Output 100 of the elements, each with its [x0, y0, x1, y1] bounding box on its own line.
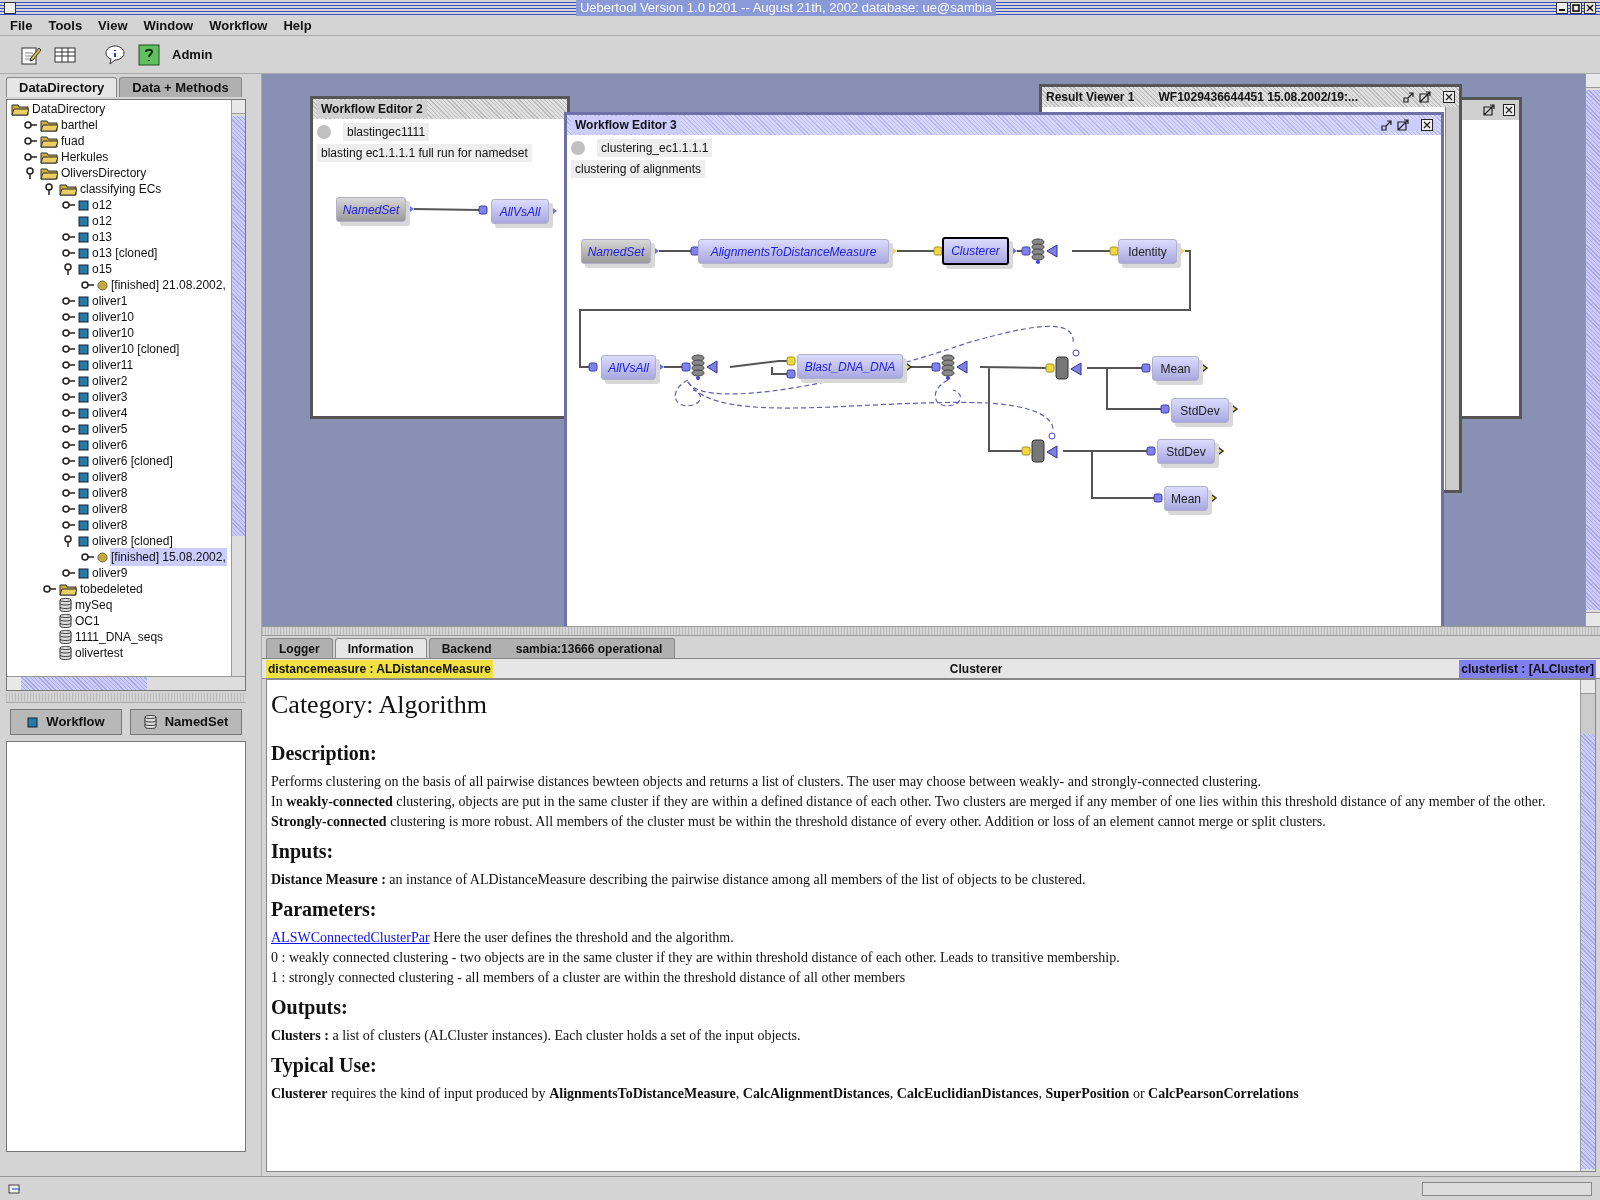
menu-item[interactable]: Window — [143, 15, 194, 36]
tree-item[interactable]: DataDirectory — [31, 100, 107, 118]
collapsed-handle-icon[interactable] — [62, 408, 76, 418]
close-icon[interactable] — [1421, 119, 1433, 131]
vertical-scrollbar[interactable] — [1580, 680, 1595, 1171]
new-item-button[interactable]: NamedSet — [130, 709, 242, 735]
menu-item[interactable]: Workflow — [209, 15, 268, 36]
tree-item[interactable]: oliver8 — [91, 468, 129, 486]
collapsed-handle-icon[interactable] — [62, 232, 76, 242]
parameter-link[interactable]: ALSWConnectedClusterPar — [271, 930, 430, 945]
tab[interactable]: DataDirectory — [6, 77, 118, 97]
maximize-icon[interactable] — [1397, 119, 1409, 131]
tree-item[interactable]: 1111_DNA_seqs — [74, 628, 165, 646]
tab[interactable]: Information — [334, 638, 427, 658]
collapsed-handle-icon[interactable] — [24, 120, 38, 130]
tree-item[interactable]: oliver11 — [91, 356, 135, 374]
maximize-icon[interactable] — [1570, 2, 1582, 14]
tree-item[interactable]: OC1 — [74, 612, 101, 630]
tree-item[interactable]: barthel — [60, 116, 99, 134]
collapsed-handle-icon[interactable] — [62, 424, 76, 434]
workflow-description: blasting ec1.1.1.1 full run for namedset — [317, 144, 532, 162]
tree-item[interactable]: oliver6 [cloned] — [91, 452, 174, 470]
workflow-icon — [78, 375, 89, 387]
help-icon[interactable] — [138, 43, 160, 66]
tree-item[interactable]: o12 — [91, 196, 114, 214]
tree-item[interactable]: [finished] 21.08.2002, — [110, 276, 227, 294]
tab[interactable]: Logger — [266, 638, 333, 658]
tree-item[interactable]: olivertest — [74, 644, 125, 662]
tree-item[interactable]: oliver10 [cloned] — [91, 340, 181, 358]
tree-item[interactable]: oliver8 — [91, 500, 129, 518]
tree-item[interactable]: oliver10 — [91, 308, 136, 326]
tree-item[interactable]: oliver3 — [91, 388, 129, 406]
maximize-icon[interactable] — [1419, 91, 1431, 103]
tree-item[interactable]: o13 [cloned] — [91, 244, 159, 262]
collapsed-handle-icon[interactable] — [62, 456, 76, 466]
collapsed-handle-icon[interactable] — [62, 296, 76, 306]
tree-item[interactable]: o13 — [91, 228, 114, 246]
info-bubble-icon[interactable] — [104, 43, 126, 66]
tree-item[interactable]: oliver8 — [91, 484, 129, 502]
tree-item[interactable]: oliver10 — [91, 324, 136, 342]
tree-item[interactable]: oliver8 [cloned] — [91, 532, 174, 550]
menu-item[interactable]: File — [10, 15, 33, 36]
collapsed-handle-icon[interactable] — [62, 312, 76, 322]
close-icon[interactable] — [1503, 104, 1515, 116]
tree-item[interactable]: tobedeleted — [79, 580, 144, 598]
tree-item[interactable]: oliver4 — [91, 404, 129, 422]
tree-item[interactable]: oliver6 — [91, 436, 129, 454]
close-icon[interactable] — [1443, 91, 1455, 103]
tree-item[interactable]: oliver9 — [91, 564, 129, 582]
new-item-button[interactable]: Workflow — [10, 709, 122, 735]
tab[interactable]: Data + Methods — [119, 77, 242, 97]
collapsed-handle-icon[interactable] — [81, 552, 95, 562]
iconify-icon[interactable] — [1381, 119, 1393, 131]
collapsed-handle-icon[interactable] — [62, 472, 76, 482]
collapsed-handle-icon[interactable] — [62, 520, 76, 530]
tree-item[interactable]: oliver5 — [91, 420, 129, 438]
maximize-icon[interactable] — [1483, 104, 1495, 116]
tree-item[interactable]: o12 — [91, 212, 114, 230]
horizontal-scrollbar[interactable] — [7, 676, 245, 690]
table-icon[interactable] — [54, 44, 76, 65]
tree-item[interactable]: oliver8 — [91, 516, 129, 534]
collapsed-handle-icon[interactable] — [62, 344, 76, 354]
collapsed-handle-icon[interactable] — [62, 392, 76, 402]
tree-item[interactable]: o15 — [91, 260, 114, 278]
tree-item[interactable]: classifying ECs — [79, 180, 163, 198]
vertical-scrollbar[interactable] — [1445, 107, 1459, 490]
tree-item[interactable]: mySeq — [74, 596, 114, 614]
collapsed-handle-icon[interactable] — [24, 136, 38, 146]
collapsed-handle-icon[interactable] — [81, 280, 95, 290]
collapsed-handle-icon[interactable] — [62, 504, 76, 514]
collapsed-handle-icon[interactable] — [62, 328, 76, 338]
close-icon[interactable] — [1584, 2, 1596, 14]
iconify-icon[interactable] — [1403, 91, 1415, 103]
tree-item[interactable]: OliversDirectory — [60, 164, 148, 182]
paragraph: 0 : weakly connected clustering - two objects are in the same cluster if they are within threshold distance of each other. Leads to transitive membership. — [271, 949, 1120, 967]
collapsed-handle-icon[interactable] — [62, 360, 76, 370]
collapsed-handle-icon[interactable] — [24, 152, 38, 162]
tree-item[interactable]: oliver1 — [91, 292, 129, 310]
workflow-icon — [78, 199, 89, 211]
collapsed-handle-icon[interactable] — [62, 200, 76, 210]
menu-item[interactable]: Tools — [48, 15, 83, 36]
collapsed-handle-icon[interactable] — [43, 584, 57, 594]
menu-item[interactable]: Help — [283, 15, 312, 36]
tree-item[interactable]: oliver2 — [91, 372, 129, 390]
tree-item[interactable]: [finished] 15.08.2002, — [110, 548, 227, 566]
collapsed-handle-icon[interactable] — [62, 248, 76, 258]
vertical-scrollbar[interactable] — [231, 100, 245, 676]
tab[interactable]: Backend sambia:13666 operational — [428, 638, 676, 658]
tree-item[interactable]: fuad — [60, 132, 86, 150]
collapsed-handle-icon[interactable] — [62, 488, 76, 498]
connection-status-icon — [8, 1181, 22, 1196]
menu-item[interactable]: View — [98, 15, 128, 36]
collapsed-handle-icon[interactable] — [62, 440, 76, 450]
database-icon — [143, 715, 157, 729]
window-menu-icon[interactable] — [4, 2, 16, 14]
vertical-scrollbar[interactable] — [1585, 74, 1600, 626]
tree-item[interactable]: Herkules — [60, 148, 110, 166]
collapsed-handle-icon[interactable] — [62, 568, 76, 578]
collapsed-handle-icon[interactable] — [62, 376, 76, 386]
minimize-icon[interactable] — [1556, 2, 1568, 14]
